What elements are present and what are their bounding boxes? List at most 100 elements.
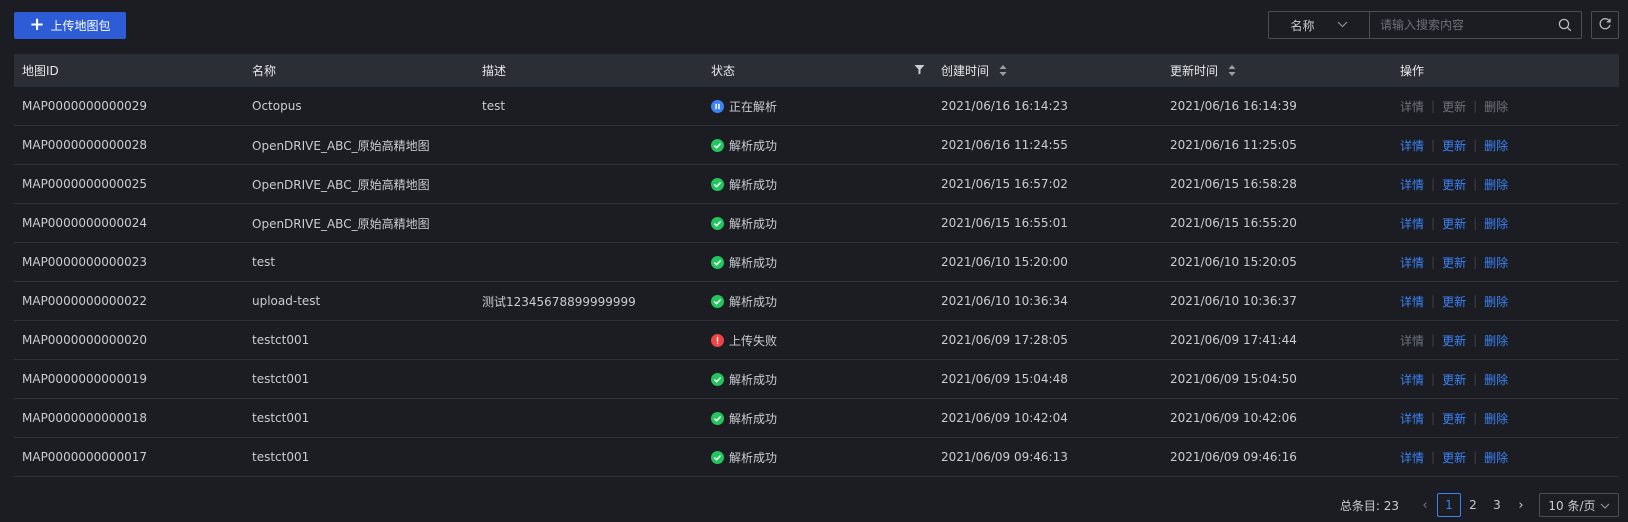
details-link[interactable]: 详情	[1400, 410, 1424, 427]
status-cell: 解析成功	[703, 449, 933, 466]
update-link[interactable]: 更新	[1442, 254, 1466, 271]
update-link[interactable]: 更新	[1442, 449, 1466, 466]
map-id-cell: MAP0000000000025	[22, 177, 148, 191]
table-row: MAP0000000000029 Octopus test 正在解析 2021/…	[14, 87, 1619, 126]
update-link[interactable]: 更新	[1442, 137, 1466, 154]
sort-icon[interactable]	[999, 64, 1007, 77]
status-label: 解析成功	[729, 411, 778, 426]
status-label: 正在解析	[729, 99, 778, 114]
table-row: MAP0000000000028 OpenDRIVE_ABC_原始高精地图 解析…	[14, 126, 1619, 165]
actions-cell: 详情 | 更新 | 删除	[1392, 449, 1619, 466]
page-size-select[interactable]: 10 条/页	[1539, 493, 1619, 517]
status-cell: 正在解析	[703, 98, 933, 115]
update-link[interactable]: 更新	[1442, 176, 1466, 193]
created-time-cell: 2021/06/09 09:46:13	[941, 450, 1068, 464]
page-number-1[interactable]: 1	[1437, 493, 1461, 517]
error-circle-icon	[711, 333, 724, 347]
details-link[interactable]: 详情	[1400, 215, 1424, 232]
created-time-cell: 2021/06/10 10:36:34	[941, 294, 1068, 308]
action-separator: |	[1431, 216, 1436, 230]
action-separator: |	[1431, 99, 1436, 113]
update-link[interactable]: 更新	[1442, 332, 1466, 349]
delete-link[interactable]: 删除	[1484, 410, 1508, 427]
details-link[interactable]: 详情	[1400, 371, 1424, 388]
page-size-value: 10 条/页	[1548, 498, 1596, 513]
action-separator: |	[1473, 99, 1478, 113]
filter-icon[interactable]	[914, 64, 925, 78]
plus-icon: +	[29, 13, 45, 35]
search-input[interactable]	[1370, 12, 1549, 38]
delete-link[interactable]: 删除	[1484, 449, 1508, 466]
refresh-icon	[1598, 17, 1612, 34]
next-page-icon[interactable]: ›	[1509, 498, 1533, 513]
actions-cell: 详情 | 更新 | 删除	[1392, 137, 1619, 154]
column-header-actions: 操作	[1400, 64, 1425, 78]
delete-link[interactable]: 删除	[1484, 176, 1508, 193]
search-field-select[interactable]: 名称	[1269, 12, 1370, 38]
updated-time-cell: 2021/06/09 09:46:16	[1170, 450, 1297, 464]
prev-page-icon[interactable]: ‹	[1413, 498, 1437, 513]
details-link[interactable]: 详情	[1400, 449, 1424, 466]
update-link[interactable]: 更新	[1442, 293, 1466, 310]
action-separator: |	[1431, 333, 1436, 347]
actions-cell: 详情 | 更新 | 删除	[1392, 98, 1619, 115]
page-number-2[interactable]: 2	[1461, 493, 1485, 517]
sort-icon[interactable]	[1228, 64, 1236, 77]
actions-cell: 详情 | 更新 | 删除	[1392, 293, 1619, 310]
column-header-created-time[interactable]: 创建时间	[933, 62, 1162, 79]
map-id-cell: MAP0000000000022	[22, 294, 148, 308]
created-time-cell: 2021/06/09 17:28:05	[941, 333, 1068, 347]
created-time-cell: 2021/06/15 16:57:02	[941, 177, 1068, 191]
delete-link[interactable]: 删除	[1484, 215, 1508, 232]
table-row: MAP0000000000025 OpenDRIVE_ABC_原始高精地图 解析…	[14, 165, 1619, 204]
status-cell: 上传失败	[703, 332, 933, 349]
update-link[interactable]: 更新	[1442, 98, 1466, 115]
status-label: 上传失败	[729, 333, 778, 348]
details-link[interactable]: 详情	[1400, 98, 1424, 115]
action-separator: |	[1473, 450, 1478, 464]
delete-link[interactable]: 删除	[1484, 137, 1508, 154]
table-row: MAP0000000000020 testct001 上传失败 2021/06/…	[14, 321, 1619, 360]
name-cell: OpenDRIVE_ABC_原始高精地图	[252, 216, 430, 231]
delete-link[interactable]: 删除	[1484, 371, 1508, 388]
table-row: MAP0000000000018 testct001 解析成功 2021/06/…	[14, 399, 1619, 438]
search-icon[interactable]	[1549, 12, 1581, 38]
check-circle-icon	[711, 294, 724, 308]
details-link[interactable]: 详情	[1400, 332, 1424, 349]
column-header-status: 状态	[703, 62, 933, 79]
status-cell: 解析成功	[703, 410, 933, 427]
delete-link[interactable]: 删除	[1484, 254, 1508, 271]
updated-time-cell: 2021/06/16 11:25:05	[1170, 138, 1297, 152]
delete-link[interactable]: 删除	[1484, 332, 1508, 349]
details-link[interactable]: 详情	[1400, 254, 1424, 271]
status-cell: 解析成功	[703, 176, 933, 193]
action-separator: |	[1473, 177, 1478, 191]
details-link[interactable]: 详情	[1400, 176, 1424, 193]
table-row: MAP0000000000017 testct001 解析成功 2021/06/…	[14, 438, 1619, 477]
update-link[interactable]: 更新	[1442, 410, 1466, 427]
name-cell: OpenDRIVE_ABC_原始高精地图	[252, 138, 430, 153]
page-number-3[interactable]: 3	[1485, 493, 1509, 517]
name-cell: testct001	[252, 333, 310, 347]
delete-link[interactable]: 删除	[1484, 98, 1508, 115]
updated-time-cell: 2021/06/09 15:04:50	[1170, 372, 1297, 386]
table-body: MAP0000000000029 Octopus test 正在解析 2021/…	[14, 87, 1619, 477]
chevron-down-icon	[1337, 20, 1348, 31]
update-link[interactable]: 更新	[1442, 371, 1466, 388]
update-link[interactable]: 更新	[1442, 215, 1466, 232]
column-header-updated-time[interactable]: 更新时间	[1162, 62, 1392, 79]
delete-link[interactable]: 删除	[1484, 293, 1508, 310]
check-circle-icon	[711, 411, 724, 425]
check-circle-icon	[711, 138, 724, 152]
details-link[interactable]: 详情	[1400, 293, 1424, 310]
updated-time-cell: 2021/06/09 10:42:06	[1170, 411, 1297, 425]
action-separator: |	[1431, 372, 1436, 386]
status-label: 解析成功	[729, 294, 778, 309]
actions-cell: 详情 | 更新 | 删除	[1392, 371, 1619, 388]
upload-map-button[interactable]: + 上传地图包	[14, 12, 126, 39]
refresh-button[interactable]	[1591, 11, 1619, 39]
details-link[interactable]: 详情	[1400, 137, 1424, 154]
status-cell: 解析成功	[703, 254, 933, 271]
total-count: 总条目: 23	[1339, 498, 1399, 513]
status-cell: 解析成功	[703, 215, 933, 232]
